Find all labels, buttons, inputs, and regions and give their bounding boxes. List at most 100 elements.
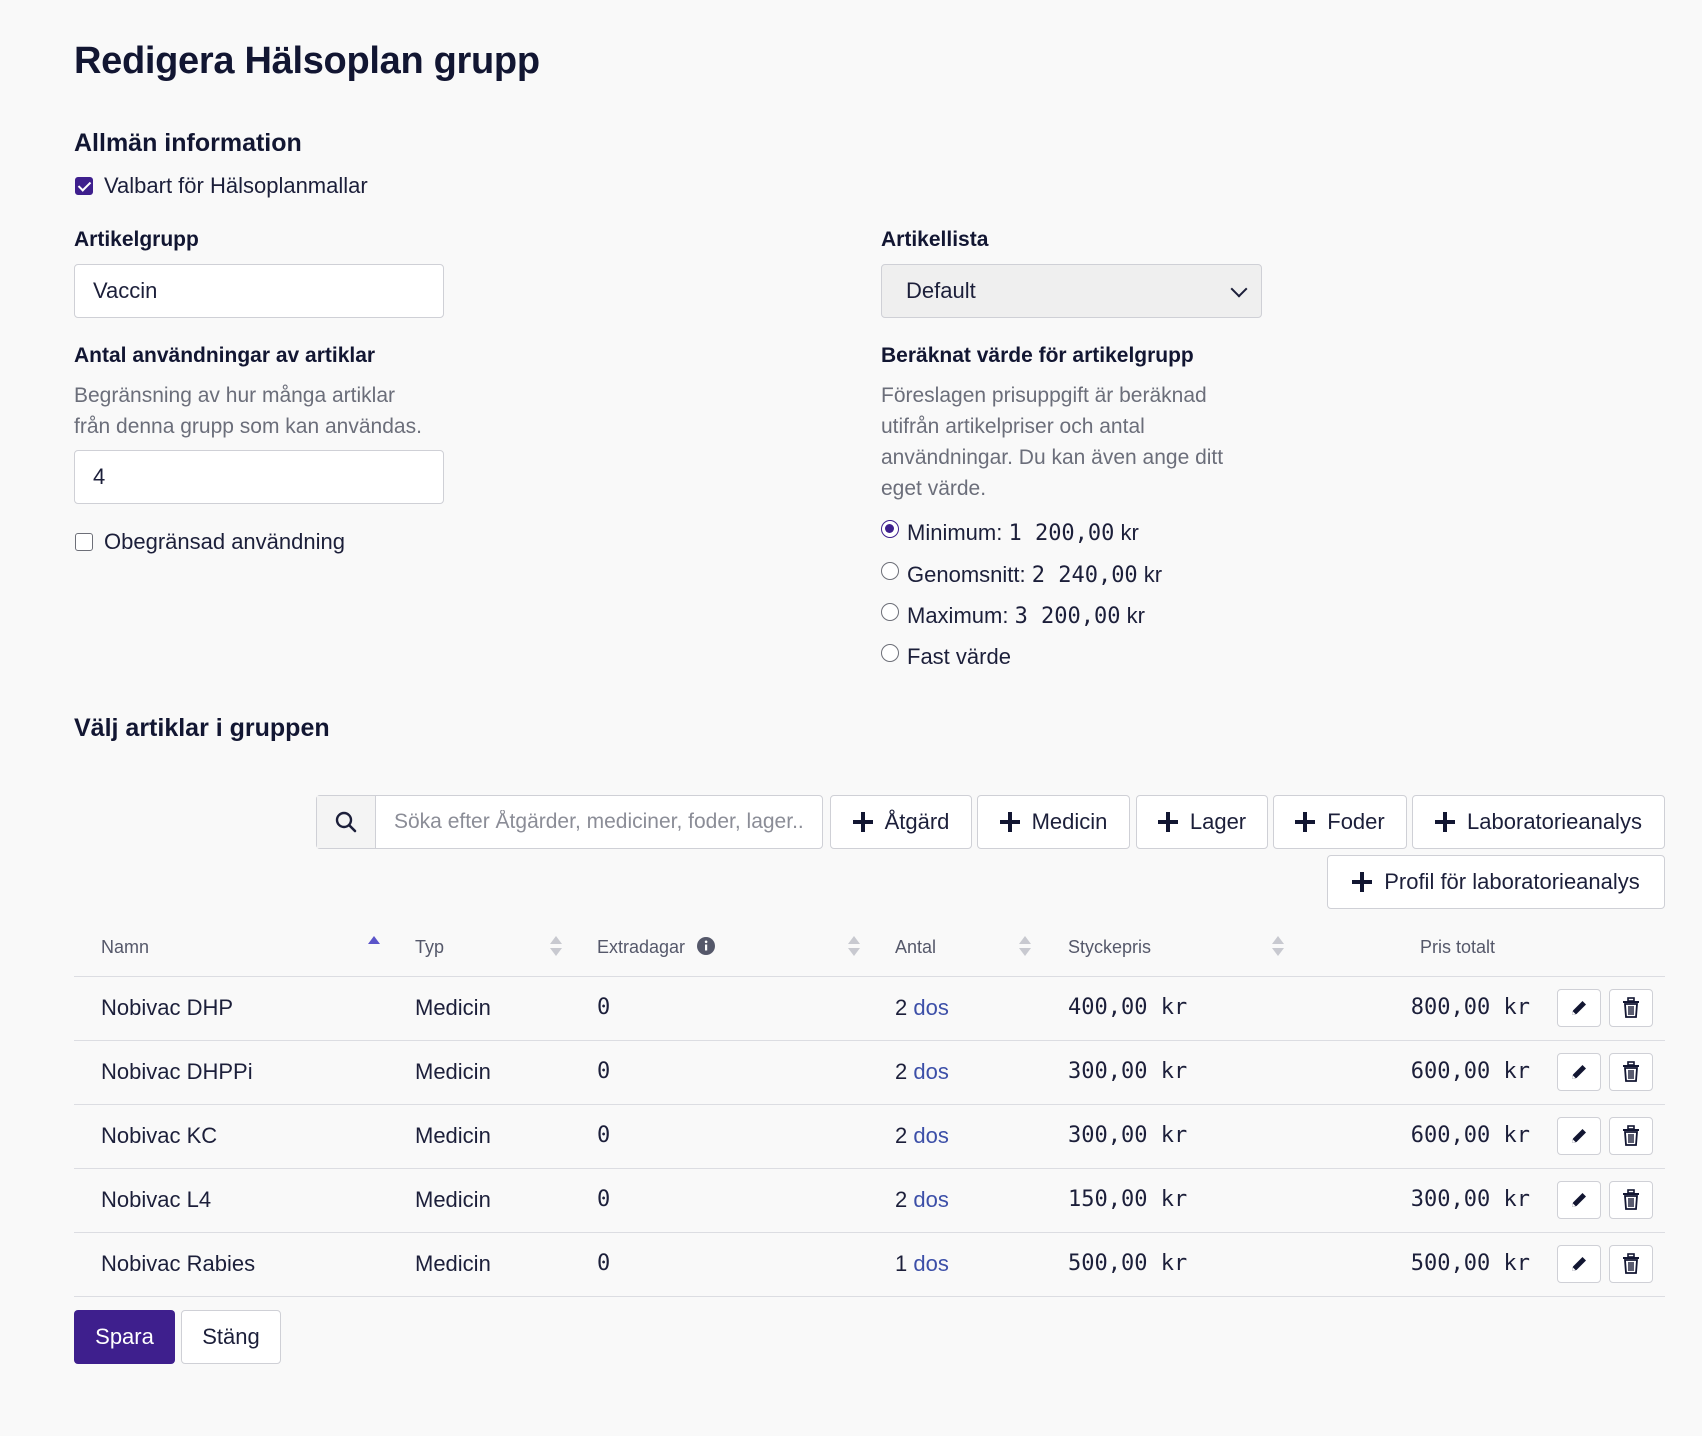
edit-button[interactable]	[1557, 1245, 1601, 1283]
row-name: Nobivac DHPPi	[101, 1059, 253, 1084]
info-icon[interactable]	[697, 937, 715, 955]
plus-icon	[1435, 812, 1456, 832]
add-lab-profile-button[interactable]: Profil för laboratorieanalys	[1327, 855, 1665, 909]
unlimited-label: Obegränsad användning	[104, 529, 345, 554]
plus-icon	[852, 812, 873, 832]
article-search	[316, 795, 823, 849]
unlimited-checkbox[interactable]	[75, 533, 93, 551]
sort-unit-price-icon[interactable]	[1272, 936, 1284, 958]
row-divider	[74, 1232, 1665, 1233]
trash-icon	[1623, 1125, 1639, 1146]
table-divider	[74, 976, 1665, 977]
add-lab-analysis-button[interactable]: Laboratorieanalys	[1412, 795, 1665, 849]
row-divider	[74, 1104, 1665, 1105]
col-header-unit-price[interactable]: Styckepris	[1068, 937, 1151, 958]
plus-icon	[1157, 812, 1178, 832]
calculated-help: Föreslagen prisuppgift är beräknad utifr…	[881, 384, 1224, 500]
article-group-input[interactable]: Vaccin	[74, 264, 444, 318]
pencil-icon	[1572, 1193, 1586, 1207]
page-title: Redigera Hälsoplan grupp	[74, 40, 540, 82]
article-list-label: Artikellista	[881, 228, 989, 251]
col-header-name[interactable]: Namn	[101, 937, 149, 958]
row-total: 600,00 kr	[1410, 1059, 1530, 1084]
col-header-qty[interactable]: Antal	[895, 937, 936, 958]
row-unit[interactable]: dos	[913, 1123, 948, 1148]
calculated-value-label: Beräknat värde för artikelgrupp	[881, 344, 1194, 367]
usage-help: Begränsning av hur många artiklar från d…	[74, 384, 422, 438]
usage-label: Antal användningar av artiklar	[74, 344, 376, 367]
article-list-select[interactable]: Default	[881, 264, 1262, 318]
pencil-icon	[1572, 1257, 1586, 1271]
row-total: 300,00 kr	[1410, 1187, 1530, 1212]
radio-minimum[interactable]	[881, 520, 899, 538]
row-unit-price: 300,00 kr	[1068, 1123, 1188, 1148]
row-extra-days: 0	[597, 1187, 611, 1212]
row-extra-days: 0	[597, 1123, 611, 1148]
col-header-type[interactable]: Typ	[415, 937, 444, 958]
row-unit[interactable]: dos	[913, 995, 948, 1020]
row-qty: 1 dos	[895, 1251, 949, 1276]
row-total: 600,00 kr	[1410, 1123, 1530, 1148]
row-qty: 2 dos	[895, 1123, 949, 1148]
plus-icon	[1295, 812, 1316, 832]
close-button[interactable]: Stäng	[181, 1310, 281, 1364]
search-icon[interactable]	[317, 796, 376, 848]
delete-button[interactable]	[1609, 1053, 1653, 1091]
col-header-extra-days[interactable]: Extradagar	[597, 937, 685, 958]
add-action-button[interactable]: Åtgärd	[830, 795, 972, 849]
edit-button[interactable]	[1557, 989, 1601, 1027]
add-feed-button[interactable]: Foder	[1273, 795, 1407, 849]
trash-icon	[1623, 1061, 1639, 1082]
row-unit[interactable]: dos	[913, 1187, 948, 1212]
col-header-total: Pris totalt	[1420, 937, 1496, 957]
selectable-checkbox[interactable]	[75, 177, 93, 195]
radio-fixed[interactable]	[881, 644, 899, 662]
delete-button[interactable]	[1609, 989, 1653, 1027]
radio-maximum-label: Maximum: 3 200,00 kr	[907, 603, 1145, 629]
row-type: Medicin	[415, 1251, 491, 1276]
row-extra-days: 0	[597, 1251, 611, 1276]
row-total: 800,00 kr	[1410, 995, 1530, 1020]
selectable-label: Valbart för Hälsoplanmallar	[104, 173, 368, 198]
add-medicine-button[interactable]: Medicin	[977, 795, 1130, 849]
articles-heading: Välj artiklar i gruppen	[74, 714, 330, 742]
row-divider	[74, 1296, 1665, 1297]
usage-count-input[interactable]: 4	[74, 450, 444, 504]
sort-extra-days-icon[interactable]	[848, 936, 860, 958]
pencil-icon	[1572, 1065, 1586, 1079]
delete-button[interactable]	[1609, 1245, 1653, 1283]
pencil-icon	[1572, 1129, 1586, 1143]
row-extra-days: 0	[597, 995, 611, 1020]
radio-minimum-label: Minimum: 1 200,00 kr	[907, 520, 1139, 546]
radio-fixed-label: Fast värde	[907, 644, 1011, 669]
row-type: Medicin	[415, 995, 491, 1020]
save-button[interactable]: Spara	[74, 1310, 175, 1364]
sort-type-icon[interactable]	[550, 936, 562, 958]
edit-button[interactable]	[1557, 1181, 1601, 1219]
radio-average[interactable]	[881, 562, 899, 580]
row-name: Nobivac DHP	[101, 995, 234, 1020]
sort-qty-icon[interactable]	[1019, 936, 1031, 958]
row-unit[interactable]: dos	[913, 1251, 948, 1276]
row-unit[interactable]: dos	[913, 1059, 948, 1084]
radio-maximum[interactable]	[881, 603, 899, 621]
row-extra-days: 0	[597, 1059, 611, 1084]
row-qty: 2 dos	[895, 1187, 949, 1212]
row-unit-price: 300,00 kr	[1068, 1059, 1188, 1084]
row-divider	[74, 1168, 1665, 1169]
row-qty: 2 dos	[895, 1059, 949, 1084]
edit-button[interactable]	[1557, 1117, 1601, 1155]
search-input[interactable]	[376, 796, 822, 848]
delete-button[interactable]	[1609, 1181, 1653, 1219]
sort-name-icon[interactable]	[368, 936, 380, 958]
add-stock-button[interactable]: Lager	[1136, 795, 1268, 849]
row-unit-price: 400,00 kr	[1068, 995, 1188, 1020]
delete-button[interactable]	[1609, 1117, 1653, 1155]
edit-button[interactable]	[1557, 1053, 1601, 1091]
plus-icon	[1352, 872, 1373, 892]
row-unit-price: 150,00 kr	[1068, 1187, 1188, 1212]
row-name: Nobivac L4	[101, 1187, 212, 1212]
trash-icon	[1623, 1189, 1639, 1210]
row-type: Medicin	[415, 1123, 491, 1148]
plus-icon	[999, 812, 1020, 832]
